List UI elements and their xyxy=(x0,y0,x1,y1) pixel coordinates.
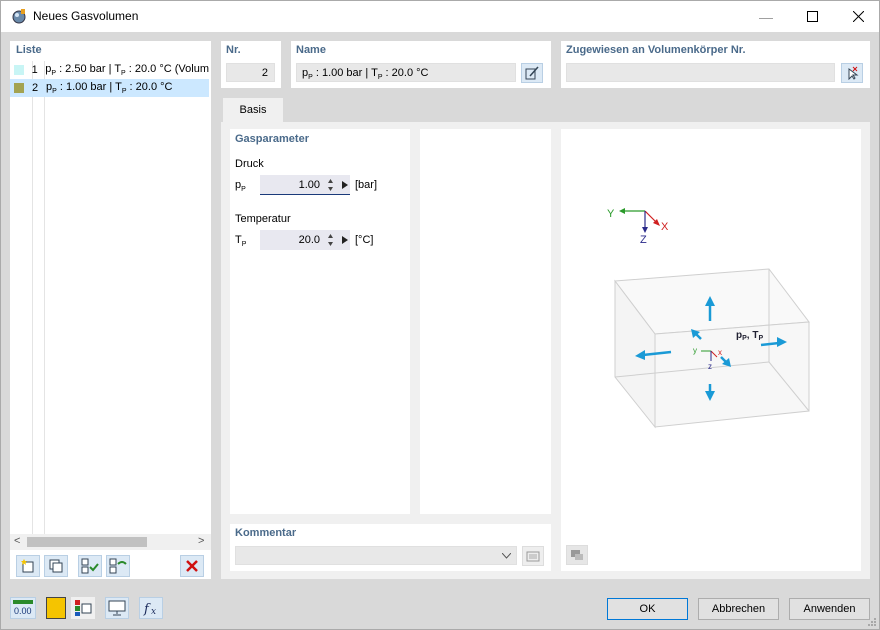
axis-z-label: Z xyxy=(640,234,647,246)
display-properties-icon xyxy=(75,600,92,616)
svg-text:x: x xyxy=(151,607,156,616)
gas-parameters-panel: Gasparameter Druck pP 1.00 [bar] Tempera… xyxy=(230,129,410,514)
list-item-label: pP : 1.00 bar | TP : 20.0 °C xyxy=(46,80,173,96)
pressure-label: Druck xyxy=(235,158,264,170)
assigned-field[interactable] xyxy=(566,63,835,82)
minimize-button[interactable]: — xyxy=(743,1,789,32)
spinner-arrows-icon[interactable] xyxy=(327,178,334,192)
axis-y-label: Y xyxy=(607,208,615,220)
maximize-icon xyxy=(806,11,818,22)
dialog-window: Neues Gasvolumen — Liste 1 pP : 2.50 bar… xyxy=(0,0,880,630)
check-all-icon xyxy=(81,558,99,574)
close-icon xyxy=(852,11,864,22)
scroll-left-arrow[interactable]: < xyxy=(14,535,20,547)
volume-box xyxy=(614,268,810,429)
chevron-down-icon xyxy=(502,553,511,559)
gas-parameters-header: Gasparameter xyxy=(235,133,309,145)
list-item-2-selected[interactable]: 2 pP : 1.00 bar | TP : 20.0 °C xyxy=(10,79,209,97)
decimal-value-icon: 0.00 xyxy=(13,600,33,616)
svg-text:f: f xyxy=(143,602,151,616)
apply-button[interactable]: Anwenden xyxy=(789,598,870,620)
nr-field[interactable]: 2 xyxy=(226,63,275,82)
temperature-menu-arrow-icon[interactable] xyxy=(342,236,348,244)
temperature-symbol: TP xyxy=(235,234,247,249)
pick-solid-button[interactable] xyxy=(841,63,863,83)
assigned-panel: Zugewiesen an Volumenkörper Nr. xyxy=(561,41,870,88)
delete-icon xyxy=(186,560,198,572)
list-header: Liste xyxy=(16,44,42,56)
diagram-panel: Y X Z y x z pP, TP xyxy=(561,129,861,571)
ok-button[interactable]: OK xyxy=(607,598,688,620)
view-settings-button[interactable] xyxy=(105,597,129,619)
check-all-button[interactable] xyxy=(78,555,102,577)
formula-button[interactable]: fx xyxy=(139,597,163,619)
comment-panel: Kommentar xyxy=(230,524,551,571)
temperature-input[interactable]: 20.0 xyxy=(260,230,350,250)
value-display-button[interactable]: 0.00 xyxy=(10,597,36,619)
pressure-unit: [bar] xyxy=(355,179,378,191)
scroll-thumb[interactable] xyxy=(27,537,147,547)
pick-cursor-icon xyxy=(848,66,859,80)
pressure-menu-arrow-icon[interactable] xyxy=(342,181,348,189)
horizontal-scrollbar[interactable]: < > xyxy=(10,534,211,550)
new-item-icon xyxy=(21,559,34,573)
resize-grip-icon[interactable] xyxy=(867,617,877,627)
check-toggle-button[interactable] xyxy=(106,555,130,577)
edit-name-button[interactable] xyxy=(521,63,543,83)
view-options-icon xyxy=(571,550,583,560)
name-field[interactable]: pP : 1.00 bar | TP : 20.0 °C xyxy=(296,63,516,82)
display-properties-button[interactable] xyxy=(71,597,95,619)
close-button[interactable] xyxy=(835,1,880,32)
local-axis-x-label: x xyxy=(718,348,722,357)
dialog-content: Liste 1 pP : 2.50 bar | TP : 20.0 °C (Vo… xyxy=(1,32,879,629)
function-icon: fx xyxy=(143,602,156,616)
scroll-right-arrow[interactable]: > xyxy=(198,535,204,547)
name-label: Name xyxy=(296,44,326,56)
nr-panel: Nr. 2 xyxy=(221,41,281,88)
temperature-label: Temperatur xyxy=(235,213,291,225)
gas-volume-icon xyxy=(12,9,26,24)
axis-x-label: X xyxy=(661,221,669,233)
monitor-icon xyxy=(108,600,126,616)
title-bar: Neues Gasvolumen — xyxy=(1,1,879,32)
tab-basis[interactable]: Basis xyxy=(223,98,283,122)
new-item-button[interactable] xyxy=(16,555,40,577)
copy-icon xyxy=(49,559,63,573)
local-axis-z-label: z xyxy=(708,362,712,371)
local-axis-y-label: y xyxy=(693,346,697,355)
global-axes-icon xyxy=(619,208,660,233)
svg-text:0.00: 0.00 xyxy=(14,606,32,616)
middle-panel xyxy=(420,129,551,514)
delete-button[interactable] xyxy=(180,555,204,577)
cancel-button[interactable]: Abbrechen xyxy=(698,598,779,620)
color-picker-swatch[interactable] xyxy=(46,597,66,619)
list-item-1[interactable]: 1 pP : 2.50 bar | TP : 20.0 °C (Volum xyxy=(10,61,209,79)
temperature-unit: [°C] xyxy=(355,234,374,246)
pressure-symbol: pP xyxy=(235,179,246,194)
assigned-label: Zugewiesen an Volumenkörper Nr. xyxy=(566,44,746,56)
nr-label: Nr. xyxy=(226,44,241,56)
comment-select[interactable] xyxy=(235,546,517,565)
library-icon xyxy=(526,551,540,562)
gas-volume-diagram: Y X Z y x z pP, TP xyxy=(607,208,810,429)
window-title: Neues Gasvolumen xyxy=(33,9,139,23)
pressure-input[interactable]: 1.00 xyxy=(260,175,350,195)
color-swatch xyxy=(14,65,24,75)
comment-label: Kommentar xyxy=(235,527,297,539)
pencil-icon xyxy=(525,66,539,80)
color-swatch xyxy=(14,83,24,93)
maximize-button[interactable] xyxy=(789,1,835,32)
check-toggle-icon xyxy=(109,558,127,574)
view-options-button[interactable] xyxy=(566,545,588,565)
list-item-label: pP : 2.50 bar | TP : 20.0 °C (Volum xyxy=(45,62,209,78)
spinner-arrows-icon[interactable] xyxy=(327,233,334,247)
name-panel: Name pP : 1.00 bar | TP : 20.0 °C xyxy=(291,41,551,88)
comment-library-button[interactable] xyxy=(522,546,544,566)
copy-item-button[interactable] xyxy=(44,555,68,577)
list-panel: Liste 1 pP : 2.50 bar | TP : 20.0 °C (Vo… xyxy=(10,41,211,579)
